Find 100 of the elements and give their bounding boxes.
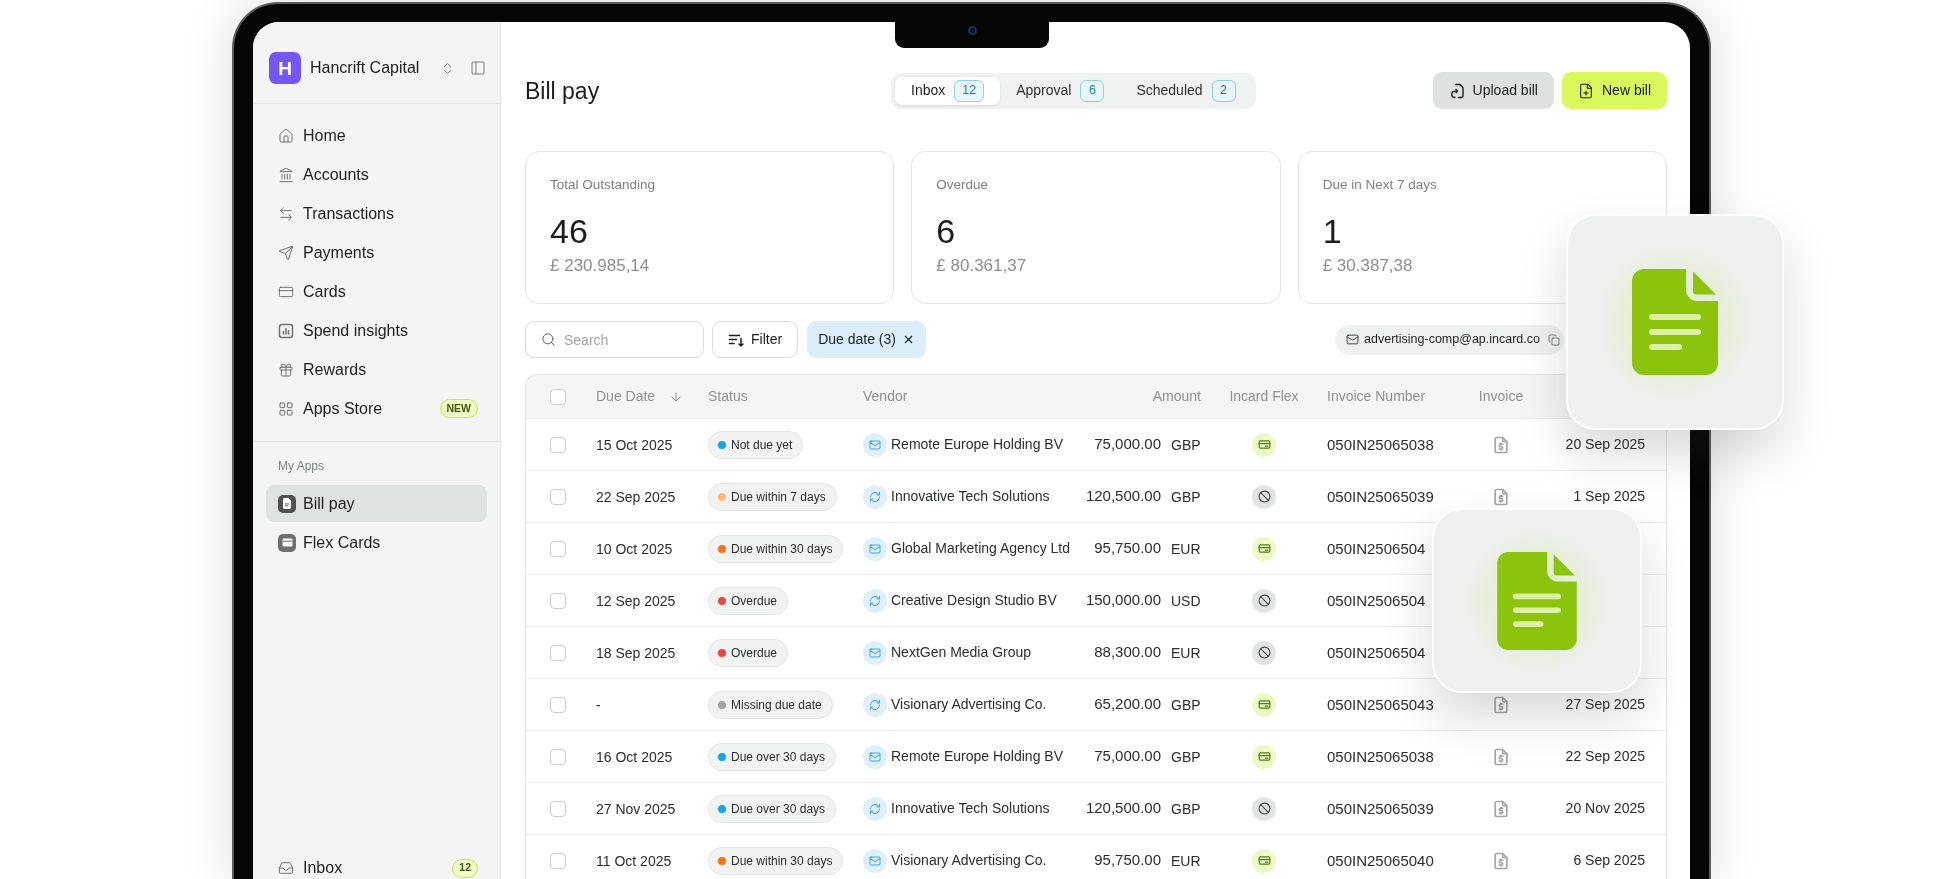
status-label: Overdue: [731, 592, 778, 610]
date-text: 20 Sep 2025: [1565, 435, 1645, 454]
nav-item[interactable]: Rewards: [266, 350, 487, 389]
status-label: Due over 30 days: [731, 800, 826, 818]
invoice-number: 050IN25065038: [1327, 435, 1434, 453]
camera-icon: [967, 26, 977, 35]
dollar-document-icon[interactable]: [1491, 850, 1511, 871]
vendor-name: NextGen Media Group: [891, 643, 1032, 662]
paper-plane-icon: [278, 244, 294, 261]
search-field[interactable]: Search: [525, 321, 704, 358]
stat-count: 46: [550, 211, 588, 251]
nav-item[interactable]: Payments: [266, 233, 487, 272]
dollar-document-icon[interactable]: [1491, 798, 1511, 819]
column-header: Invoice Number: [1327, 387, 1426, 406]
nav-item[interactable]: Apps Store NEW: [266, 389, 487, 428]
invoice-number: 050IN25065043: [1327, 695, 1434, 713]
date-text: 20 Nov 2025: [1565, 799, 1645, 818]
left-right-arrows-icon: [278, 205, 294, 222]
status-label: Due over 30 days: [731, 748, 826, 766]
dollar-document-icon[interactable]: [1491, 434, 1511, 455]
checkbox[interactable]: [550, 748, 566, 765]
envelope-icon: [1346, 333, 1360, 346]
amount: 95,750.00: [1094, 538, 1161, 559]
nav-item[interactable]: Accounts: [266, 155, 487, 194]
tab[interactable]: Inbox 12: [895, 76, 1001, 105]
tab[interactable]: Approval 6: [1000, 76, 1121, 105]
stat-count: 6: [936, 211, 956, 251]
nav-item[interactable]: Cards: [266, 272, 487, 311]
filter-chip[interactable]: Due date (3): [807, 321, 926, 358]
checkbox[interactable]: [550, 388, 566, 405]
dollar-document-icon[interactable]: [1491, 486, 1511, 507]
checkbox[interactable]: [550, 592, 566, 609]
amount: 120,500.00: [1085, 798, 1161, 819]
amount: 120,500.00: [1085, 486, 1161, 507]
nav-item[interactable]: Spend insights: [266, 311, 487, 350]
due-date: 12 Sep 2025: [596, 592, 676, 609]
dollar-document-icon[interactable]: [1491, 694, 1511, 715]
stat-label: Overdue: [936, 176, 989, 194]
column-header: Invoice: [1478, 387, 1524, 406]
stat-label: Total Outstanding: [550, 176, 656, 194]
filter-button[interactable]: Filter: [712, 321, 799, 358]
due-date: 15 Oct 2025: [596, 436, 673, 453]
invoice-number: 050IN25065040: [1327, 851, 1434, 869]
checkbox[interactable]: [550, 696, 566, 713]
column-header: Due Date: [596, 387, 656, 406]
due-date: 11 Oct 2025: [596, 852, 672, 869]
currency: USD: [1171, 592, 1201, 609]
currency: EUR: [1171, 540, 1201, 557]
invoice-number: 050IN2506504: [1327, 591, 1426, 609]
amount: 88,300.00: [1094, 642, 1161, 663]
checkbox[interactable]: [550, 800, 566, 817]
invoice-number: 050IN25065039: [1327, 487, 1434, 505]
tab[interactable]: Scheduled 2: [1120, 76, 1252, 105]
nav-item[interactable]: Home: [266, 116, 487, 155]
tag-badge: NEW: [439, 399, 478, 418]
checkbox[interactable]: [550, 852, 566, 869]
card-app-icon: [278, 533, 296, 552]
nav-item[interactable]: Flex Cards: [266, 524, 487, 561]
nav-item[interactable]: Bill pay: [266, 485, 487, 522]
currency: GBP: [1171, 488, 1201, 505]
workspace-logo: H: [269, 52, 301, 84]
currency: GBP: [1171, 800, 1201, 817]
nav-item[interactable]: Transactions: [266, 194, 487, 233]
count-badge: 2: [1211, 79, 1236, 102]
currency: GBP: [1171, 436, 1201, 453]
status-label: Due within 30 days: [731, 852, 833, 870]
checkbox[interactable]: [550, 644, 566, 661]
tag-badge: 12: [452, 858, 478, 878]
column-header: Incard Flex: [1229, 387, 1299, 406]
status-label: Due within 30 days: [731, 540, 833, 558]
new-bill-button[interactable]: New bill: [1562, 72, 1667, 109]
checkbox[interactable]: [550, 488, 566, 505]
amount: 150,000.00: [1085, 590, 1161, 611]
nav-item[interactable]: Inbox 12: [266, 857, 487, 879]
vendor-name: Creative Design Studio BV: [891, 591, 1057, 610]
currency: EUR: [1171, 852, 1201, 869]
gift-icon: [278, 361, 294, 378]
status-label: Not due yet: [731, 436, 793, 454]
workspace-name: Hancrift Capital: [310, 58, 420, 78]
file-plus-icon: [1578, 82, 1594, 99]
invoice-number: 050IN2506504: [1327, 643, 1426, 661]
date-text: 22 Sep 2025: [1565, 747, 1645, 766]
count-badge: 12: [954, 79, 985, 102]
status-label: Overdue: [731, 644, 778, 662]
dollar-document-icon[interactable]: [1491, 746, 1511, 767]
stat-count: 1: [1322, 211, 1342, 251]
date-text: 1 Sep 2025: [1573, 487, 1645, 506]
sidebar-toggle-icon[interactable]: [470, 60, 486, 76]
upload-bill-button[interactable]: Upload bill: [1432, 72, 1554, 109]
column-header: Vendor: [863, 387, 908, 406]
checkbox[interactable]: [550, 436, 566, 453]
stat-amount: £ 30.387,38: [1322, 255, 1413, 277]
due-date: -: [596, 696, 601, 713]
section-label: My Apps: [277, 458, 325, 474]
document-arrow-icon: [1448, 82, 1465, 99]
copy-icon[interactable]: [1548, 333, 1560, 346]
vendor-name: Global Marketing Agency Ltd: [891, 539, 1070, 558]
amount: 95,750.00: [1094, 850, 1161, 871]
checkbox[interactable]: [550, 540, 566, 557]
vendor-name: Remote Europe Holding BV: [891, 435, 1063, 454]
